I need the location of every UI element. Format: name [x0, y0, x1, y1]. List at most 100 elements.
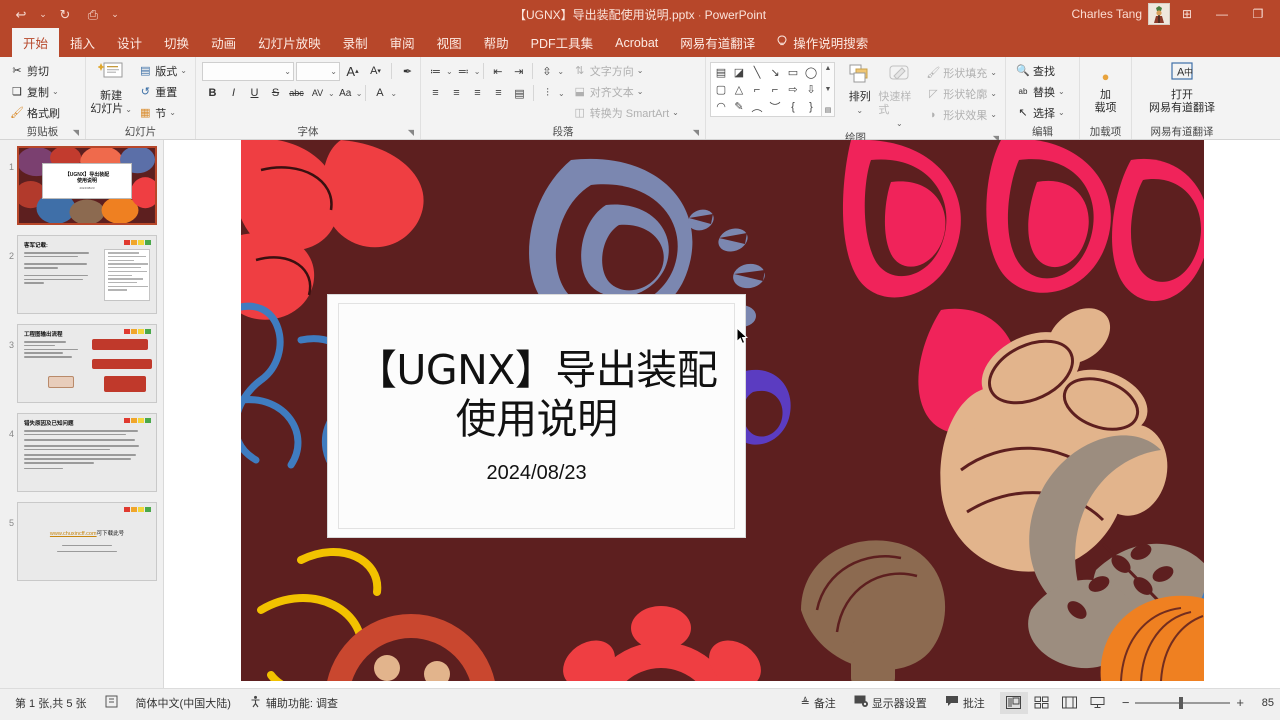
paragraph-dialog-launcher[interactable]: ◥	[693, 128, 699, 137]
chevron-down-icon[interactable]: ⌄	[856, 104, 863, 117]
shape-textbox-icon[interactable]: ▤	[712, 64, 730, 81]
chevron-down-icon[interactable]: ⌄	[356, 89, 363, 98]
chevron-down-icon[interactable]: ⌄	[169, 108, 176, 117]
shadow-button[interactable]: S	[265, 83, 286, 103]
columns-button[interactable]: ▤	[509, 83, 530, 103]
shape-elbow-icon[interactable]: ⌐	[748, 81, 766, 98]
tab-review[interactable]: 审阅	[379, 28, 426, 57]
normal-view-button[interactable]	[999, 691, 1028, 714]
chevron-down-icon[interactable]: ⌄	[990, 68, 997, 77]
restore-button[interactable]: ❐	[1240, 0, 1276, 28]
shapes-gallery-scrollbar[interactable]: ▲ ▼ ▤	[822, 62, 835, 117]
shape-elbow2-icon[interactable]: ⌐	[766, 81, 784, 98]
chevron-down-icon[interactable]: ⌄	[180, 66, 187, 75]
list-item[interactable]: 2 客军记载:	[0, 235, 163, 324]
zoom-slider[interactable]	[1135, 696, 1231, 709]
change-case-button[interactable]: Aa	[335, 83, 356, 103]
strikethrough-button[interactable]: abc	[286, 83, 307, 103]
chevron-down-icon[interactable]: ⌄	[52, 87, 59, 96]
chevron-down-icon[interactable]: ⌄	[558, 89, 565, 98]
shape-right-arrow-icon[interactable]: ⇨	[784, 81, 802, 98]
language-indicator[interactable]: 简体中文(中国大陆)	[127, 695, 240, 711]
character-spacing-button[interactable]: AV	[307, 83, 328, 103]
tab-transitions[interactable]: 切换	[153, 28, 200, 57]
undo-icon[interactable]: ↩	[8, 2, 34, 26]
comments-button[interactable]: 批注	[936, 695, 994, 711]
shapes-more-icon[interactable]: ▤	[825, 106, 832, 114]
zoom-out-button[interactable]: −	[1122, 695, 1130, 710]
underline-button[interactable]: U	[244, 83, 265, 103]
thumbnail-slide-3[interactable]: 工程图输出流程	[17, 324, 157, 403]
tab-slideshow[interactable]: 幻灯片放映	[247, 28, 332, 57]
layout-button[interactable]: ▤ 版式 ⌄	[134, 60, 191, 81]
bullets-button[interactable]: ≔	[425, 61, 446, 81]
chevron-down-icon[interactable]: ⌄	[896, 117, 903, 130]
tab-pdf-tools[interactable]: PDF工具集	[520, 28, 605, 57]
notes-indicator[interactable]	[96, 695, 127, 711]
align-center-button[interactable]: ≡	[446, 83, 467, 103]
shape-triangle-icon[interactable]: △	[730, 81, 748, 98]
justify-button[interactable]: ≡	[488, 83, 509, 103]
shape-arc-icon[interactable]: ︵	[748, 98, 766, 115]
select-button[interactable]: ↖ 选择 ⌄	[1012, 102, 1069, 123]
italic-button[interactable]: I	[223, 83, 244, 103]
zoom-slider-handle[interactable]	[1179, 696, 1184, 709]
text-columns-button[interactable]: ⫶	[537, 83, 558, 103]
slide-thumbnail-pane[interactable]: 1 【UGNX】导出装配 使用说明 2024/08/23 2 客军记载: 3 工…	[0, 140, 164, 688]
text-direction-button[interactable]: ⇅ 文字方向 ⌄	[569, 60, 683, 81]
clear-formatting-icon[interactable]: ✒	[397, 61, 418, 81]
shape-rounded-rect-icon[interactable]: ▢	[712, 81, 730, 98]
shrink-font-button[interactable]: A ▾	[365, 61, 386, 81]
thumbnail-slide-2[interactable]: 客军记载:	[17, 235, 157, 314]
zoom-control[interactable]: − + 85	[1112, 695, 1274, 710]
zoom-percentage[interactable]: 85	[1250, 697, 1274, 709]
replace-button[interactable]: ab 替换 ⌄	[1012, 81, 1069, 102]
tab-youdao-translate[interactable]: 网易有道翻译	[669, 28, 766, 57]
chevron-down-icon[interactable]: ⌄	[390, 89, 397, 98]
chevron-down-icon[interactable]: ⌄	[330, 67, 337, 76]
font-name-input[interactable]: ⌄	[202, 61, 294, 81]
shape-fill-button[interactable]: 🖌 形状填充 ⌄	[922, 62, 1001, 83]
avatar[interactable]	[1148, 3, 1170, 25]
tab-record[interactable]: 录制	[332, 28, 379, 57]
font-size-input[interactable]: ⌄	[296, 61, 340, 81]
shapes-gallery[interactable]: ▤ ◪ ╲ ↘ ▭ ◯ ▢ △ ⌐ ⌐ ⇨ ⇩ ◠ ✎ ︵ ︶ {}	[710, 62, 822, 117]
shape-outline-button[interactable]: ◸ 形状轮廓 ⌄	[922, 83, 1001, 104]
cut-button[interactable]: ✂ 剪切	[6, 60, 64, 81]
chevron-down-icon[interactable]: ⌄	[125, 103, 132, 116]
accessibility-indicator[interactable]: 辅助功能: 调查	[240, 695, 347, 711]
thumbnail-slide-1[interactable]: 【UGNX】导出装配 使用说明 2024/08/23	[17, 146, 157, 225]
font-dialog-launcher[interactable]: ◥	[408, 128, 414, 137]
shape-freeform-icon[interactable]: ✎	[730, 98, 748, 115]
shape-rectangle-icon[interactable]: ▭	[784, 64, 802, 81]
open-youdao-button[interactable]: A 中 打开 网易有道翻译	[1136, 60, 1228, 115]
tab-design[interactable]: 设计	[106, 28, 153, 57]
shape-frame-icon[interactable]: ◪	[730, 64, 748, 81]
display-settings-button[interactable]: 显示器设置	[845, 695, 936, 711]
align-left-button[interactable]: ≡	[425, 83, 446, 103]
thumbnail-slide-5[interactable]: www.chuxincff.com可下载此号	[17, 502, 157, 581]
chevron-down-icon[interactable]: ⌄	[446, 67, 453, 76]
scroll-up-icon[interactable]: ▲	[825, 65, 832, 72]
minimize-button[interactable]: —	[1204, 0, 1240, 28]
slide-editing-area[interactable]: 【UGNX】导出装配 使用说明 2024/08/23	[164, 140, 1280, 688]
list-item[interactable]: 1 【UGNX】导出装配 使用说明 2024/08/23	[0, 146, 163, 235]
reading-view-button[interactable]	[1056, 692, 1084, 714]
list-item[interactable]: 4 错失原因及已知问题	[0, 413, 163, 502]
chevron-down-icon[interactable]: ⌄	[637, 66, 644, 75]
list-item[interactable]: 3 工程图输出流程	[0, 324, 163, 413]
current-slide[interactable]: 【UGNX】导出装配 使用说明 2024/08/23	[240, 140, 1204, 681]
chevron-down-icon[interactable]: ⌄	[672, 108, 679, 117]
numbering-button[interactable]: ≕	[453, 61, 474, 81]
convert-to-smartart-button[interactable]: ◫ 转换为 SmartArt ⌄	[569, 102, 683, 123]
undo-dropdown-icon[interactable]: ⌄	[36, 2, 50, 26]
addins-button[interactable]: ● 加 载项	[1084, 60, 1127, 115]
tab-acrobat[interactable]: Acrobat	[604, 28, 669, 57]
format-painter-button[interactable]: 🖌 格式刷	[6, 102, 64, 123]
align-right-button[interactable]: ≡	[467, 83, 488, 103]
shape-left-brace-icon[interactable]: {	[784, 98, 802, 115]
tell-me-search[interactable]: 操作说明搜索	[766, 28, 878, 57]
shape-curve-icon[interactable]: ︶	[766, 98, 784, 115]
bold-button[interactable]: B	[202, 83, 223, 103]
thumbnail-slide-4[interactable]: 错失原因及已知问题	[17, 413, 157, 492]
